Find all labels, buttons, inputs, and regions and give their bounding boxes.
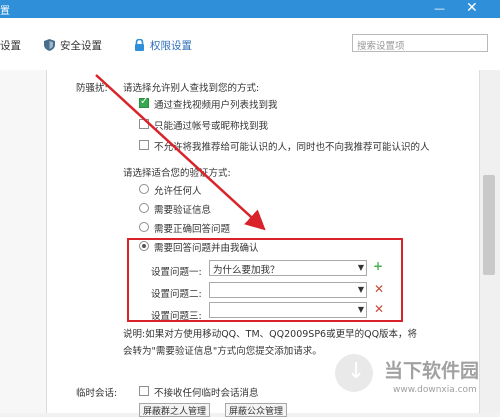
watermark-url: www.downxia.com <box>393 385 477 395</box>
watermark-text: 当下软件园 <box>384 360 480 382</box>
watermark-logo-icon <box>335 354 373 392</box>
annotation-arrow <box>95 74 266 231</box>
